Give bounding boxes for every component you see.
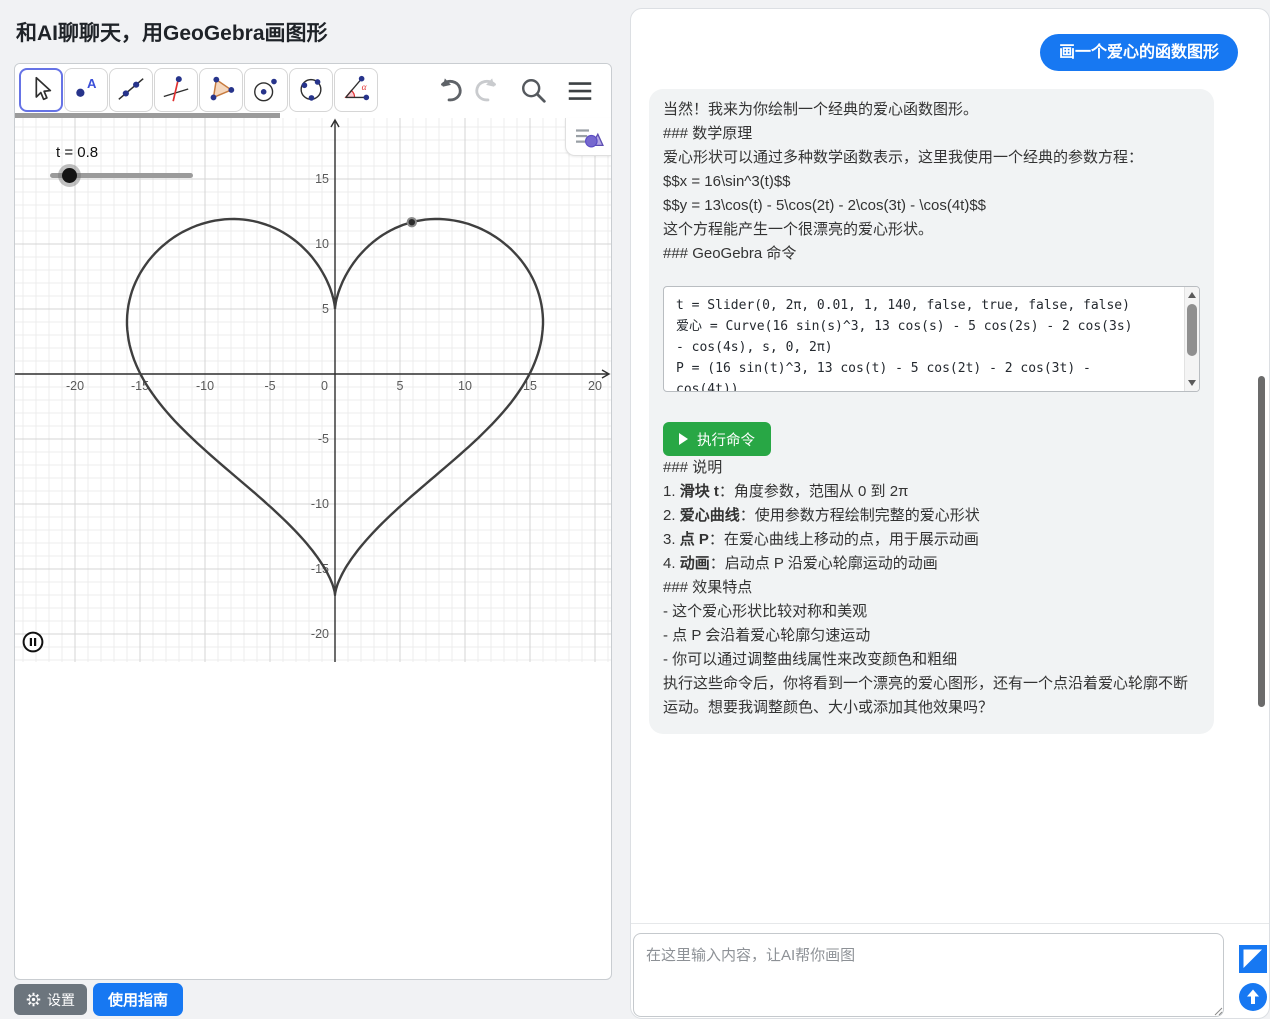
slider-value-label: t = 0.8 <box>56 144 98 161</box>
graph-canvas[interactable]: -20-15-10-50510152015105-5-10-15-20 <box>15 118 611 662</box>
note-line: 4. 动画：启动点 P 沿爱心轮廓运动的动画 <box>663 552 1200 576</box>
gear-icon <box>26 992 41 1007</box>
line-tool-button[interactable] <box>109 68 153 112</box>
svg-text:0: 0 <box>321 379 328 393</box>
settings-button[interactable]: 设置 <box>14 984 87 1015</box>
shape-note: 这个方程能产生一个很漂亮的爱心形状。 <box>663 218 1200 242</box>
note-line: 2. 爱心曲线：使用参数方程绘制完整的爱心形状 <box>663 504 1200 528</box>
slider-thumb[interactable] <box>62 168 77 183</box>
feature-line: - 这个爱心形状比较对称和美观 <box>663 600 1200 624</box>
heading-math: ### 数学原理 <box>663 122 1200 146</box>
equation-y: $$y = 13\cos(t) - 5\cos(2t) - 2\cos(3t) … <box>663 194 1200 218</box>
perpendicular-line-icon <box>161 74 191 107</box>
svg-text:-5: -5 <box>318 432 329 446</box>
run-command-button[interactable]: 执行命令 <box>663 422 771 456</box>
feature-line: - 你可以通过调整曲线属性来改变颜色和粗细 <box>663 648 1200 672</box>
scroll-down-arrow-icon[interactable] <box>1188 380 1196 386</box>
settings-label: 设置 <box>47 990 75 1010</box>
math-description: 爱心形状可以通过多种数学函数表示，这里我使用一个经典的参数方程： <box>663 146 1200 170</box>
stylebar-toggle-button[interactable] <box>565 118 611 156</box>
circle-icon <box>251 74 281 107</box>
assistant-message-bubble: 当然！我来为你绘制一个经典的爱心函数图形。 ### 数学原理 爱心形状可以通过多… <box>649 89 1214 734</box>
code-block[interactable]: t = Slider(0, 2π, 0.01, 1, 140, false, t… <box>663 286 1200 392</box>
pause-animation-button[interactable] <box>22 631 44 653</box>
svg-text:α: α <box>362 82 368 92</box>
svg-text:10: 10 <box>458 379 472 393</box>
guide-button[interactable]: 使用指南 <box>93 983 183 1016</box>
note-line: 1. 滑块 t：角度参数，范围从 0 到 2π <box>663 480 1200 504</box>
point-icon: A <box>71 74 101 107</box>
feature-line: - 点 P 会沿着爱心轮廓匀速运动 <box>663 624 1200 648</box>
code-scrollbar[interactable] <box>1184 287 1199 391</box>
search-icon[interactable] <box>518 75 550 107</box>
chat-scrollbar-thumb[interactable] <box>1258 376 1265 707</box>
svg-text:5: 5 <box>397 379 404 393</box>
line-icon <box>116 74 146 107</box>
scroll-up-arrow-icon[interactable] <box>1188 292 1196 298</box>
expand-toggle-button[interactable] <box>1239 945 1267 973</box>
circle-tool-button[interactable] <box>244 68 288 112</box>
heading-features: ### 效果特点 <box>663 576 1200 600</box>
polygon-icon <box>206 74 236 107</box>
assistant-outro: 执行这些命令后，你将看到一个漂亮的爱心图形，还有一个点沿着爱心轮廓不断运动。想要… <box>663 672 1200 720</box>
stylebar-icon <box>573 124 605 150</box>
app-root: 和AI聊聊天，用GeoGebra画图形 A <box>0 0 1270 1019</box>
play-icon <box>679 433 688 445</box>
move-tool-button[interactable] <box>19 68 63 112</box>
equation-x: $$x = 16\sin^3(t)$$ <box>663 170 1200 194</box>
note-line: 3. 点 P：在爱心曲线上移动的点，用于展示动画 <box>663 528 1200 552</box>
angle-tool-button[interactable]: α <box>334 68 378 112</box>
code-text: t = Slider(0, 2π, 0.01, 1, 140, false, t… <box>676 295 1172 392</box>
chat-panel: 画一个爱心的函数图形 当然！我来为你绘制一个经典的爱心函数图形。 ### 数学原… <box>630 8 1270 1019</box>
svg-text:A: A <box>87 76 97 91</box>
point-P[interactable] <box>408 218 416 226</box>
angle-icon: α <box>341 74 371 107</box>
menu-icon[interactable] <box>564 75 596 107</box>
undo-button[interactable] <box>434 75 466 107</box>
polygon-tool-button[interactable] <box>199 68 243 112</box>
svg-text:-20: -20 <box>311 627 329 641</box>
svg-text:15: 15 <box>315 172 329 186</box>
svg-text:-20: -20 <box>66 379 84 393</box>
page-title: 和AI聊聊天，用GeoGebra画图形 <box>16 17 328 47</box>
assistant-intro: 当然！我来为你绘制一个经典的爱心函数图形。 <box>663 98 1200 122</box>
heading-notes: ### 说明 <box>663 456 1200 480</box>
send-arrow-icon <box>1239 983 1267 1011</box>
svg-text:-10: -10 <box>196 379 214 393</box>
svg-text:-10: -10 <box>311 497 329 511</box>
conic-through-points-icon <box>296 74 326 107</box>
geogebra-toolbar: A α <box>15 64 611 118</box>
conic-tool-button[interactable] <box>289 68 333 112</box>
svg-text:5: 5 <box>322 302 329 316</box>
svg-text:20: 20 <box>588 379 602 393</box>
toolbar-right-group <box>434 75 612 109</box>
chat-input[interactable] <box>633 933 1224 1017</box>
send-button[interactable] <box>1239 983 1267 1011</box>
graph-area: -20-15-10-50510152015105-5-10-15-20 t = … <box>15 118 611 662</box>
perpendicular-tool-button[interactable] <box>154 68 198 112</box>
redo-button[interactable] <box>471 75 503 107</box>
chat-divider <box>631 923 1269 924</box>
run-button-label: 执行命令 <box>697 429 755 450</box>
user-message-bubble: 画一个爱心的函数图形 <box>1040 34 1238 71</box>
geogebra-panel: A α <box>14 63 612 980</box>
heading-command: ### GeoGebra 命令 <box>663 242 1200 266</box>
point-tool-button[interactable]: A <box>64 68 108 112</box>
code-scrollbar-thumb[interactable] <box>1187 304 1197 356</box>
cursor-icon <box>26 74 56 107</box>
svg-text:10: 10 <box>315 237 329 251</box>
diagonal-split-icon <box>1239 945 1267 973</box>
svg-text:-5: -5 <box>264 379 275 393</box>
pause-icon <box>22 631 44 653</box>
